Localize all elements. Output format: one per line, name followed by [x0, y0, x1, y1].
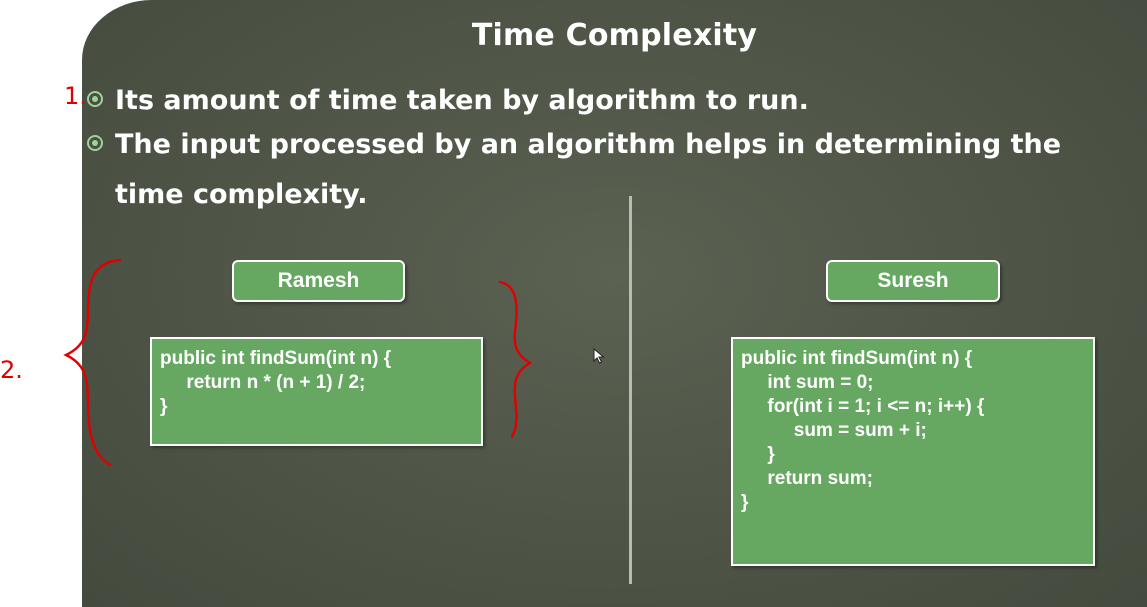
- bullet-text-continuation: time complexity.: [115, 179, 368, 210]
- bullet-item: The input processed by an algorithm help…: [82, 126, 1061, 164]
- code-line: return n * (n + 1) / 2;: [160, 372, 366, 393]
- bullet-text: Its amount of time taken by algorithm to…: [115, 85, 809, 116]
- suresh-code-box: public int findSum(int n) { int sum = 0;…: [731, 337, 1095, 566]
- mouse-pointer-icon: [593, 348, 605, 364]
- bullet-item: Its amount of time taken by algorithm to…: [82, 82, 809, 120]
- slide: Time Complexity Its amount of time taken…: [82, 0, 1147, 607]
- code-line: public int findSum(int n) {: [741, 348, 973, 369]
- column-divider: [629, 196, 632, 584]
- slide-title: Time Complexity: [471, 18, 758, 53]
- margin-mark-two: 2.: [0, 356, 23, 384]
- ramesh-label-box: Ramesh: [232, 260, 405, 302]
- bullet-text: The input processed by an algorithm help…: [115, 129, 1062, 160]
- code-line: sum = sum + i;: [741, 420, 927, 441]
- ramesh-code-box: public int findSum(int n) { return n * (…: [150, 337, 483, 446]
- suresh-label-box: Suresh: [826, 260, 1000, 302]
- bullet-circle-icon: [87, 90, 103, 107]
- code-line: }: [160, 396, 168, 417]
- code-line: for(int i = 1; i <= n; i++) {: [741, 396, 985, 417]
- code-line: int sum = 0;: [741, 372, 874, 393]
- code-line: public int findSum(int n) {: [160, 348, 392, 369]
- screen: Time Complexity Its amount of time taken…: [0, 0, 1147, 607]
- bullet-circle-icon: [87, 134, 103, 151]
- code-line: }: [741, 444, 775, 465]
- code-line: }: [741, 492, 749, 513]
- code-line: return sum;: [741, 468, 873, 489]
